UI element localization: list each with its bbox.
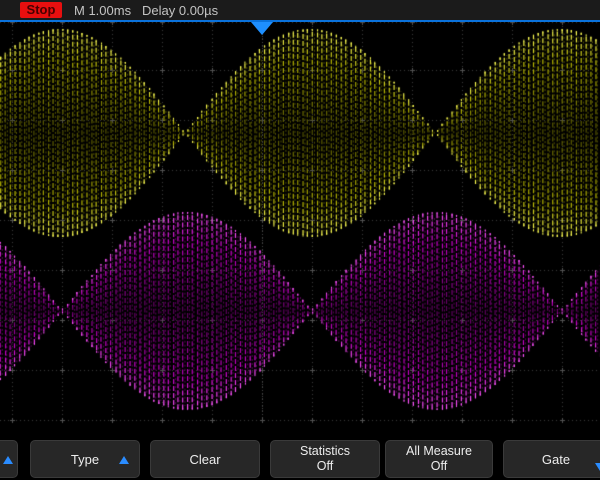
status-bar: Stop M 1.00ms Delay 0.00µs (0, 0, 600, 20)
softkey-menu-bar: Type Clear Statistics Off All Measure Of… (0, 440, 600, 478)
statistics-button-value: Off (317, 459, 333, 474)
trigger-divider-line (0, 20, 600, 22)
up-arrow-icon (3, 456, 13, 464)
timebase-label: M 1.00ms (74, 3, 131, 18)
gate-button-label: Gate (542, 452, 570, 467)
all-measure-button-value: Off (431, 459, 447, 474)
type-button-label: Type (71, 452, 99, 467)
up-arrow-icon (119, 456, 129, 464)
all-measure-button[interactable]: All Measure Off (385, 440, 493, 478)
trigger-position-marker (251, 22, 273, 35)
all-measure-button-label: All Measure (406, 444, 472, 459)
statistics-button[interactable]: Statistics Off (270, 440, 380, 478)
statistics-button-label: Statistics (300, 444, 350, 459)
type-button[interactable]: Type (30, 440, 140, 478)
down-arrow-icon (595, 463, 600, 471)
clear-button[interactable]: Clear (150, 440, 260, 478)
clear-button-label: Clear (189, 452, 220, 467)
waveform-display (0, 0, 600, 480)
menu-page-arrow-button[interactable] (0, 440, 18, 478)
delay-label: Delay 0.00µs (142, 3, 218, 18)
oscilloscope-screen: Stop M 1.00ms Delay 0.00µs Type Clear St… (0, 0, 600, 480)
gate-button[interactable]: Gate (503, 440, 600, 478)
run-state-badge: Stop (20, 2, 62, 18)
